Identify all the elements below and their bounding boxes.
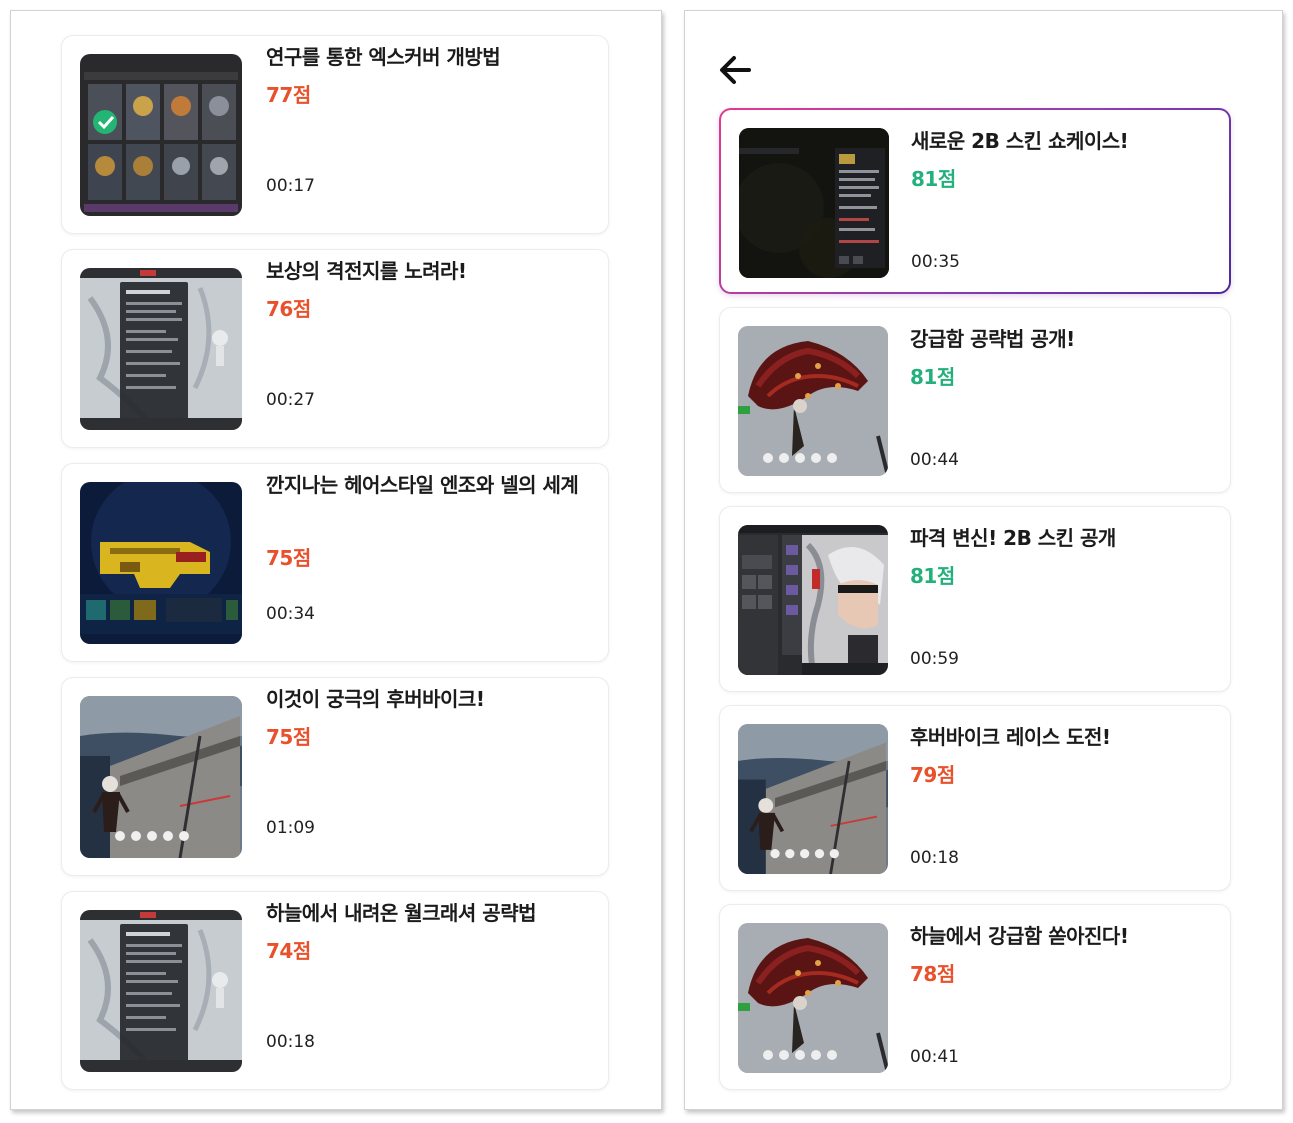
video-duration: 00:27	[266, 390, 315, 410]
video-thumbnail[interactable]	[738, 724, 888, 874]
video-card[interactable]: 하늘에서 강급함 쏟아진다! 78점 00:41	[719, 904, 1231, 1090]
video-thumbnail[interactable]	[738, 326, 888, 476]
video-title[interactable]: 후버바이크 레이스 도전!	[910, 720, 1210, 755]
hoverbike-bridge-screenshot	[738, 724, 888, 874]
video-duration: 01:09	[266, 818, 315, 838]
video-card[interactable]: 새로운 2B 스킨 쇼케이스! 81점 00:35	[719, 108, 1231, 294]
video-thumbnail[interactable]	[80, 696, 242, 858]
video-score: 81점	[910, 365, 955, 389]
video-card[interactable]: 연구를 통한 엑스커버 개방법 77점 00:17	[61, 35, 609, 234]
video-card[interactable]: 파격 변신! 2B 스킨 공개 81점 00:59	[719, 506, 1231, 692]
video-title[interactable]: 보상의 격전지를 노려라!	[266, 254, 591, 289]
video-thumbnail[interactable]	[80, 910, 242, 1072]
video-score: 74점	[266, 939, 311, 963]
video-score: 81점	[910, 564, 955, 588]
video-title[interactable]: 파격 변신! 2B 스킨 공개	[910, 521, 1210, 556]
video-card[interactable]: 이것이 궁극의 후버바이크! 75점 01:09	[61, 677, 609, 876]
left-panel: 연구를 통한 엑스커버 개방법 77점 00:17 보상의 격전지를 노려라! 76점 0…	[10, 10, 662, 1110]
video-score: 79점	[910, 763, 955, 787]
video-thumbnail[interactable]	[80, 54, 242, 216]
video-thumbnail[interactable]	[80, 268, 242, 430]
video-thumbnail[interactable]	[739, 128, 889, 278]
back-button[interactable]	[717, 53, 753, 87]
video-duration: 00:18	[266, 1032, 315, 1052]
video-score: 78점	[910, 962, 955, 986]
dark-skin-menu-screenshot	[739, 128, 889, 278]
video-duration: 00:34	[266, 604, 315, 624]
hoverbike-bridge-screenshot	[80, 696, 242, 858]
video-title[interactable]: 새로운 2B 스킨 쇼케이스!	[911, 124, 1211, 159]
red-creature-screenshot	[738, 326, 888, 476]
video-title[interactable]: 깐지나는 헤어스타일 엔조와 넬의 세계	[266, 468, 591, 503]
white-hair-character-screenshot	[738, 525, 888, 675]
video-score: 75점	[266, 546, 311, 570]
video-title[interactable]: 강급함 공략법 공개!	[910, 322, 1210, 357]
video-title[interactable]: 하늘에서 강급함 쏟아진다!	[910, 919, 1210, 954]
video-card[interactable]: 하늘에서 내려온 월크래셔 공략법 74점 00:18	[61, 891, 609, 1090]
video-duration: 00:41	[910, 1047, 959, 1067]
inventory-grid-screenshot	[80, 54, 242, 216]
video-duration: 00:35	[911, 252, 960, 272]
video-duration: 00:44	[910, 450, 959, 470]
video-duration: 00:18	[910, 848, 959, 868]
video-card[interactable]: 보상의 격전지를 노려라! 76점 00:27	[61, 249, 609, 448]
video-title[interactable]: 이것이 궁극의 후버바이크!	[266, 682, 591, 717]
video-score: 81점	[911, 167, 956, 191]
video-thumbnail[interactable]	[738, 923, 888, 1073]
video-score: 77점	[266, 83, 311, 107]
video-title[interactable]: 연구를 통한 엑스커버 개방법	[266, 40, 591, 75]
video-card[interactable]: 강급함 공략법 공개! 81점 00:44	[719, 307, 1231, 493]
video-card[interactable]: 후버바이크 레이스 도전! 79점 00:18	[719, 705, 1231, 891]
yellow-gun-screenshot	[80, 482, 242, 644]
video-thumbnail[interactable]	[738, 525, 888, 675]
video-card[interactable]: 깐지나는 헤어스타일 엔조와 넬의 세계 75점 00:34	[61, 463, 609, 662]
video-duration: 00:59	[910, 649, 959, 669]
right-panel: 새로운 2B 스킨 쇼케이스! 81점 00:35 강급함 공략법 공개! 81점 00:…	[684, 10, 1283, 1110]
video-duration: 00:17	[266, 176, 315, 196]
video-title[interactable]: 하늘에서 내려온 월크래셔 공략법	[266, 896, 591, 931]
snow-map-menu-screenshot	[80, 910, 242, 1072]
video-thumbnail[interactable]	[80, 482, 242, 644]
video-score: 76점	[266, 297, 311, 321]
video-score: 75점	[266, 725, 311, 749]
snow-map-menu-screenshot	[80, 268, 242, 430]
arrow-left-icon	[720, 56, 751, 84]
red-creature-screenshot	[738, 923, 888, 1073]
